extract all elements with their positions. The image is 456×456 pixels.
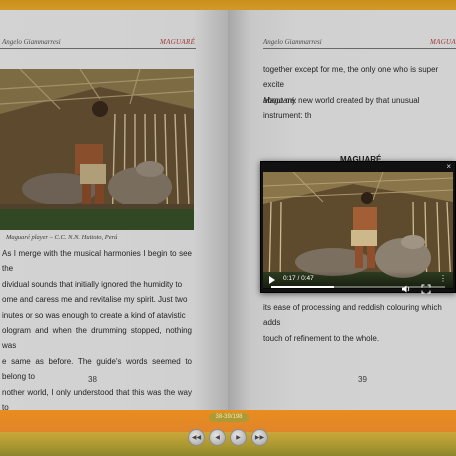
play-icon[interactable] <box>269 276 275 284</box>
footer-bar <box>0 432 456 456</box>
previous-page-button[interactable]: ◀ <box>209 429 226 446</box>
close-icon[interactable]: × <box>446 163 451 171</box>
video-controls: 0:17 / 0:47 ⋮ <box>263 271 453 294</box>
video-progress-bar[interactable] <box>271 286 445 288</box>
next-page-button[interactable]: ▶ <box>230 429 247 446</box>
video-progress-fill <box>271 286 334 288</box>
video-player[interactable]: × 0:17 / 0:47 ⋮ <box>260 161 456 294</box>
last-page-button[interactable]: ▶▶ <box>251 429 268 446</box>
first-page-button[interactable]: ◀◀ <box>188 429 205 446</box>
flipbook-footer: 38-39/198 ◀◀ ◀ ▶ ▶▶ <box>0 410 456 456</box>
page-indicator: 38-39/198 <box>209 413 249 422</box>
video-time: 0:17 / 0:47 <box>283 275 314 282</box>
more-options-icon[interactable]: ⋮ <box>439 274 447 284</box>
